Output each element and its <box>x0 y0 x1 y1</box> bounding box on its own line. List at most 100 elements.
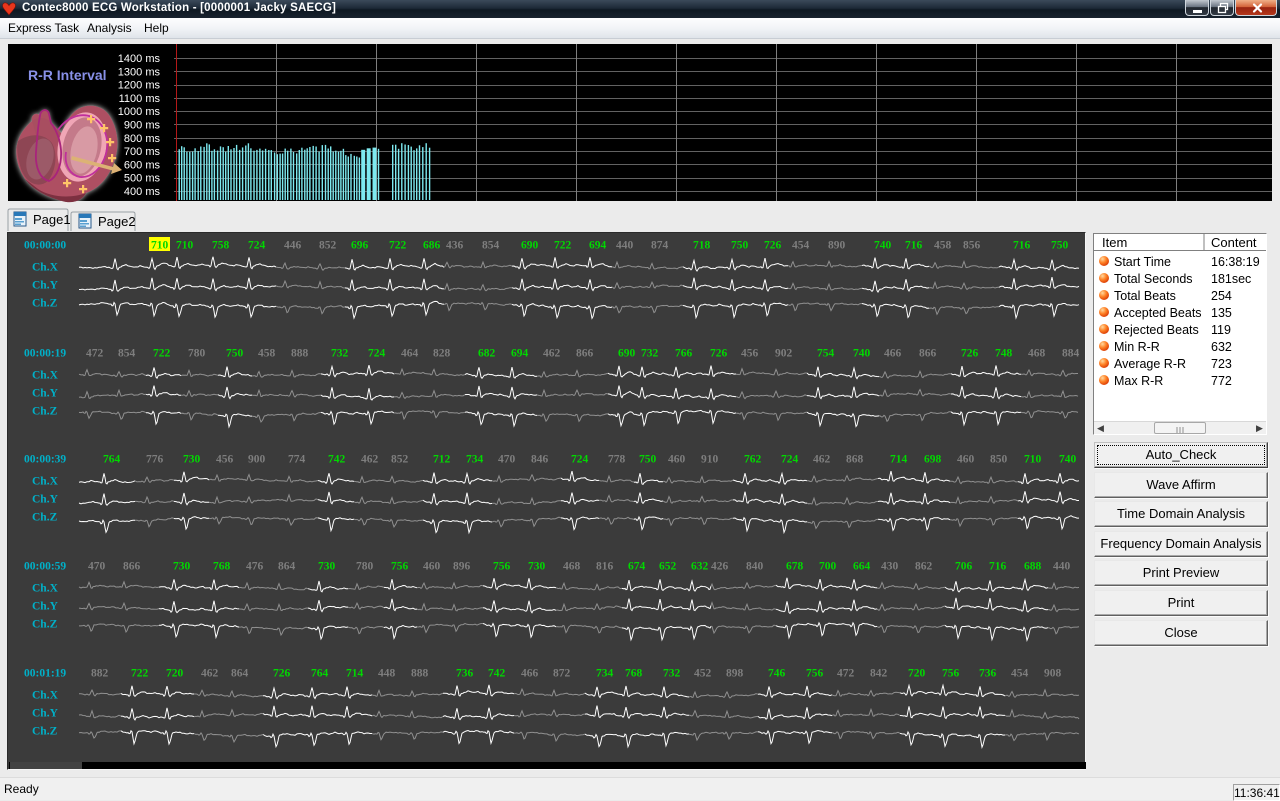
svg-text:736: 736 <box>979 668 997 680</box>
svg-text:740: 740 <box>1059 454 1077 466</box>
svg-text:Ch.Z: Ch.Z <box>32 726 58 738</box>
svg-text:652: 652 <box>659 561 677 573</box>
svg-text:1400 ms: 1400 ms <box>118 53 161 65</box>
svg-text:Ch.X: Ch.X <box>32 476 59 488</box>
svg-text:750: 750 <box>226 348 244 360</box>
svg-text:722: 722 <box>153 348 171 360</box>
svg-text:690: 690 <box>521 240 539 252</box>
svg-text:724: 724 <box>368 348 386 360</box>
svg-text:710: 710 <box>176 240 194 252</box>
svg-text:766: 766 <box>675 348 693 360</box>
svg-text:710: 710 <box>151 240 169 252</box>
svg-text:454: 454 <box>1011 668 1029 680</box>
svg-text:726: 726 <box>710 348 728 360</box>
svg-text:846: 846 <box>531 454 549 466</box>
svg-text:800 ms: 800 ms <box>124 133 161 145</box>
svg-text:756: 756 <box>493 561 511 573</box>
svg-text:740: 740 <box>853 348 871 360</box>
svg-text:678: 678 <box>786 561 804 573</box>
svg-text:1300 ms: 1300 ms <box>118 66 161 78</box>
svg-text:686: 686 <box>423 240 441 252</box>
svg-text:852: 852 <box>391 454 409 466</box>
svg-text:722: 722 <box>554 240 572 252</box>
svg-text:694: 694 <box>511 348 529 360</box>
svg-text:842: 842 <box>870 668 888 680</box>
svg-text:764: 764 <box>103 454 121 466</box>
svg-text:476: 476 <box>246 561 264 573</box>
svg-text:716: 716 <box>1013 240 1031 252</box>
svg-text:856: 856 <box>963 240 981 252</box>
svg-text:908: 908 <box>1044 668 1062 680</box>
svg-text:430: 430 <box>881 561 899 573</box>
svg-text:768: 768 <box>625 668 643 680</box>
svg-text:910: 910 <box>701 454 719 466</box>
svg-text:898: 898 <box>726 668 744 680</box>
svg-text:458: 458 <box>934 240 952 252</box>
svg-text:774: 774 <box>288 454 306 466</box>
svg-text:460: 460 <box>423 561 441 573</box>
svg-text:Ch.X: Ch.X <box>32 262 59 274</box>
svg-text:776: 776 <box>146 454 164 466</box>
svg-text:890: 890 <box>828 240 846 252</box>
svg-text:Ch.Y: Ch.Y <box>32 494 59 506</box>
svg-text:764: 764 <box>311 668 329 680</box>
svg-text:724: 724 <box>571 454 589 466</box>
svg-text:Ch.Z: Ch.Z <box>32 298 58 310</box>
svg-text:700: 700 <box>819 561 837 573</box>
svg-text:Ch.X: Ch.X <box>32 583 59 595</box>
svg-text:850: 850 <box>990 454 1008 466</box>
svg-text:470: 470 <box>498 454 516 466</box>
svg-text:864: 864 <box>278 561 296 573</box>
svg-text:714: 714 <box>346 668 364 680</box>
svg-text:Ch.X: Ch.X <box>32 370 59 382</box>
svg-text:888: 888 <box>291 348 309 360</box>
svg-text:706: 706 <box>955 561 973 573</box>
svg-text:756: 756 <box>806 668 824 680</box>
svg-text:742: 742 <box>328 454 346 466</box>
svg-text:730: 730 <box>318 561 336 573</box>
svg-text:854: 854 <box>482 240 500 252</box>
svg-text:746: 746 <box>768 668 786 680</box>
svg-text:470: 470 <box>88 561 106 573</box>
svg-text:1000 ms: 1000 ms <box>118 106 161 118</box>
svg-text:756: 756 <box>391 561 409 573</box>
svg-text:780: 780 <box>356 561 374 573</box>
svg-text:466: 466 <box>884 348 902 360</box>
svg-text:456: 456 <box>741 348 759 360</box>
svg-text:840: 840 <box>746 561 764 573</box>
svg-text:718: 718 <box>693 240 711 252</box>
svg-text:730: 730 <box>173 561 191 573</box>
svg-text:724: 724 <box>781 454 799 466</box>
svg-text:Page2: Page2 <box>98 214 136 229</box>
svg-text:452: 452 <box>694 668 712 680</box>
svg-text:758: 758 <box>212 240 230 252</box>
svg-text:Ch.Y: Ch.Y <box>32 388 59 400</box>
svg-text:690: 690 <box>618 348 636 360</box>
svg-text:720: 720 <box>908 668 926 680</box>
svg-text:866: 866 <box>576 348 594 360</box>
svg-text:866: 866 <box>123 561 141 573</box>
svg-text:748: 748 <box>995 348 1013 360</box>
svg-text:00:00:00: 00:00:00 <box>24 240 66 252</box>
svg-text:436: 436 <box>446 240 464 252</box>
svg-text:756: 756 <box>942 668 960 680</box>
svg-text:448: 448 <box>378 668 396 680</box>
svg-text:754: 754 <box>817 348 835 360</box>
svg-text:00:00:19: 00:00:19 <box>24 348 66 360</box>
svg-text:762: 762 <box>744 454 762 466</box>
svg-text:460: 460 <box>668 454 686 466</box>
svg-text:462: 462 <box>201 668 219 680</box>
svg-text:700 ms: 700 ms <box>124 146 161 158</box>
svg-text:872: 872 <box>553 668 571 680</box>
svg-text:466: 466 <box>521 668 539 680</box>
svg-text:698: 698 <box>924 454 942 466</box>
svg-text:720: 720 <box>166 668 184 680</box>
svg-text:854: 854 <box>118 348 136 360</box>
svg-text:1200 ms: 1200 ms <box>118 80 161 92</box>
svg-text:462: 462 <box>543 348 561 360</box>
svg-text:00:00:59: 00:00:59 <box>24 561 66 573</box>
svg-text:Page1: Page1 <box>33 212 71 227</box>
svg-text:816: 816 <box>596 561 614 573</box>
svg-text:884: 884 <box>1062 348 1080 360</box>
svg-text:712: 712 <box>433 454 451 466</box>
